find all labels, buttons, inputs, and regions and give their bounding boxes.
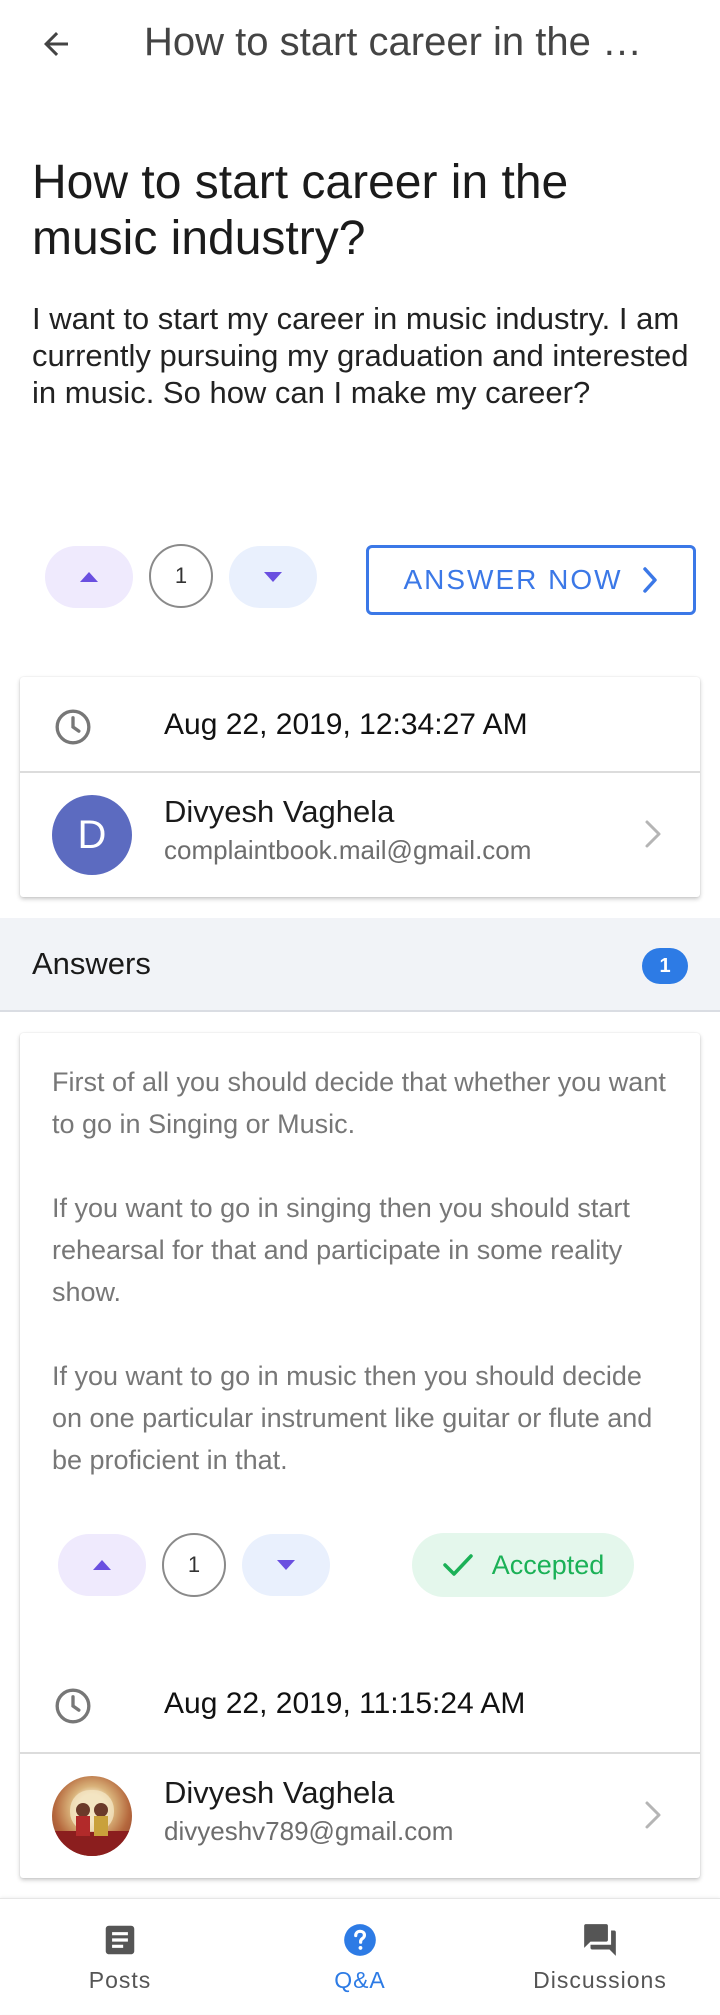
question-title: How to start career in the music industr… bbox=[32, 156, 569, 265]
answers-section-header: Answers 1 bbox=[0, 918, 720, 1012]
answer-upvote-button[interactable] bbox=[58, 1534, 146, 1596]
accepted-badge: Accepted bbox=[412, 1533, 634, 1597]
avatar bbox=[52, 1776, 132, 1856]
caret-down-icon bbox=[277, 1560, 295, 1570]
clock-icon bbox=[55, 1688, 91, 1724]
downvote-button[interactable] bbox=[229, 546, 317, 608]
forum-icon bbox=[584, 1924, 616, 1956]
answer-date-row: Aug 22, 2019, 11:15:24 AM bbox=[20, 1656, 700, 1754]
author-name: Divyesh Vaghela bbox=[164, 794, 395, 829]
nav-item-qa[interactable]: Q&A bbox=[240, 1899, 480, 2015]
top-app-bar: How to start career in the music industr… bbox=[0, 0, 720, 86]
caret-up-icon bbox=[80, 572, 98, 582]
answer-now-label: ANSWER NOW bbox=[403, 564, 623, 595]
check-icon bbox=[442, 1554, 473, 1576]
answer-date: Aug 22, 2019, 11:15:24 AM bbox=[164, 1687, 526, 1720]
answer-author-name: Divyesh Vaghela bbox=[164, 1775, 395, 1810]
accepted-label: Accepted bbox=[491, 1549, 605, 1580]
nav-label-discussions: Discussions bbox=[533, 1967, 667, 1993]
question-body: I want to start my career in music indus… bbox=[32, 301, 689, 410]
help-circle-icon bbox=[344, 1924, 376, 1956]
answer-card: First of all you should decide that whet… bbox=[20, 1033, 700, 1878]
back-button[interactable] bbox=[30, 18, 82, 70]
nav-item-discussions[interactable]: Discussions bbox=[480, 1899, 720, 2015]
caret-down-icon bbox=[264, 572, 282, 582]
author-row[interactable]: D Divyesh Vaghela complaintbook.mail@gma… bbox=[20, 773, 700, 897]
upvote-button[interactable] bbox=[45, 546, 133, 608]
chevron-right-icon bbox=[642, 567, 657, 593]
vote-count: 1 bbox=[149, 544, 213, 608]
toolbar-title: How to start career in the music industr… bbox=[144, 20, 664, 64]
answer-vote-count: 1 bbox=[162, 1533, 226, 1597]
arrow-back-icon bbox=[44, 32, 68, 56]
nav-label-posts: Posts bbox=[88, 1967, 152, 1993]
date-row: Aug 22, 2019, 12:34:27 AM bbox=[20, 677, 700, 773]
answers-label: Answers bbox=[32, 946, 151, 981]
nav-label-qa: Q&A bbox=[334, 1967, 386, 1993]
answers-count-badge: 1 bbox=[642, 948, 688, 984]
chevron-right-icon bbox=[645, 1801, 661, 1829]
answer-author-email: divyeshv789@gmail.com bbox=[164, 1816, 454, 1846]
article-icon bbox=[105, 1925, 135, 1955]
nav-item-posts[interactable]: Posts bbox=[0, 1899, 240, 2015]
question-meta-card: Aug 22, 2019, 12:34:27 AM D Divyesh Vagh… bbox=[20, 677, 700, 897]
answer-downvote-button[interactable] bbox=[242, 1534, 330, 1596]
answer-paragraph: If you want to go in singing then you sh… bbox=[52, 1193, 630, 1307]
answer-paragraph: If you want to go in music then you shou… bbox=[52, 1361, 653, 1475]
caret-up-icon bbox=[93, 1560, 111, 1570]
posted-date: Aug 22, 2019, 12:34:27 AM bbox=[164, 708, 528, 741]
chevron-right-icon bbox=[645, 820, 661, 848]
answer-now-button[interactable]: ANSWER NOW bbox=[366, 545, 696, 615]
author-email: complaintbook.mail@gmail.com bbox=[164, 835, 532, 865]
answer-author-row[interactable]: Divyesh Vaghela divyeshv789@gmail.com bbox=[20, 1754, 700, 1878]
avatar: D bbox=[52, 795, 132, 875]
answer-paragraph: First of all you should decide that whet… bbox=[52, 1067, 666, 1139]
bottom-navigation: Posts Q&A Discussions bbox=[0, 1898, 720, 2014]
clock-icon bbox=[55, 709, 91, 745]
